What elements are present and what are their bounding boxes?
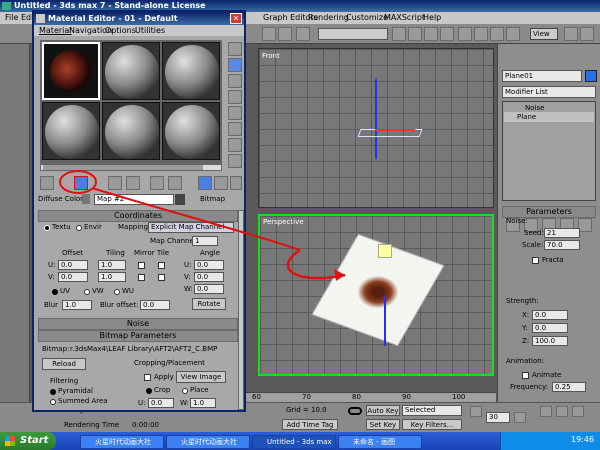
windows-logo-icon [5, 436, 15, 446]
taskbar-item[interactable]: 未命名 - 画图 [338, 435, 422, 449]
taskbar-item[interactable]: 火星时代动画大社区... [80, 435, 164, 449]
taskbar-item[interactable]: 火星时代动画大社区... [166, 435, 250, 449]
annotation-overlay [59, 170, 346, 281]
clock: 19:46 [571, 435, 595, 444]
windows-taskbar: Start 火星时代动画大社区... 火星时代动画大社区... Untitled… [0, 432, 600, 450]
system-tray: 19:46 [500, 432, 600, 450]
annotation-circle [59, 170, 97, 194]
annotation-arrow-1 [91, 187, 301, 251]
taskbar-item[interactable]: Untitled - 3ds max 7 [252, 435, 336, 449]
start-label: Start [20, 435, 49, 446]
annotation-arrowhead [334, 269, 345, 281]
